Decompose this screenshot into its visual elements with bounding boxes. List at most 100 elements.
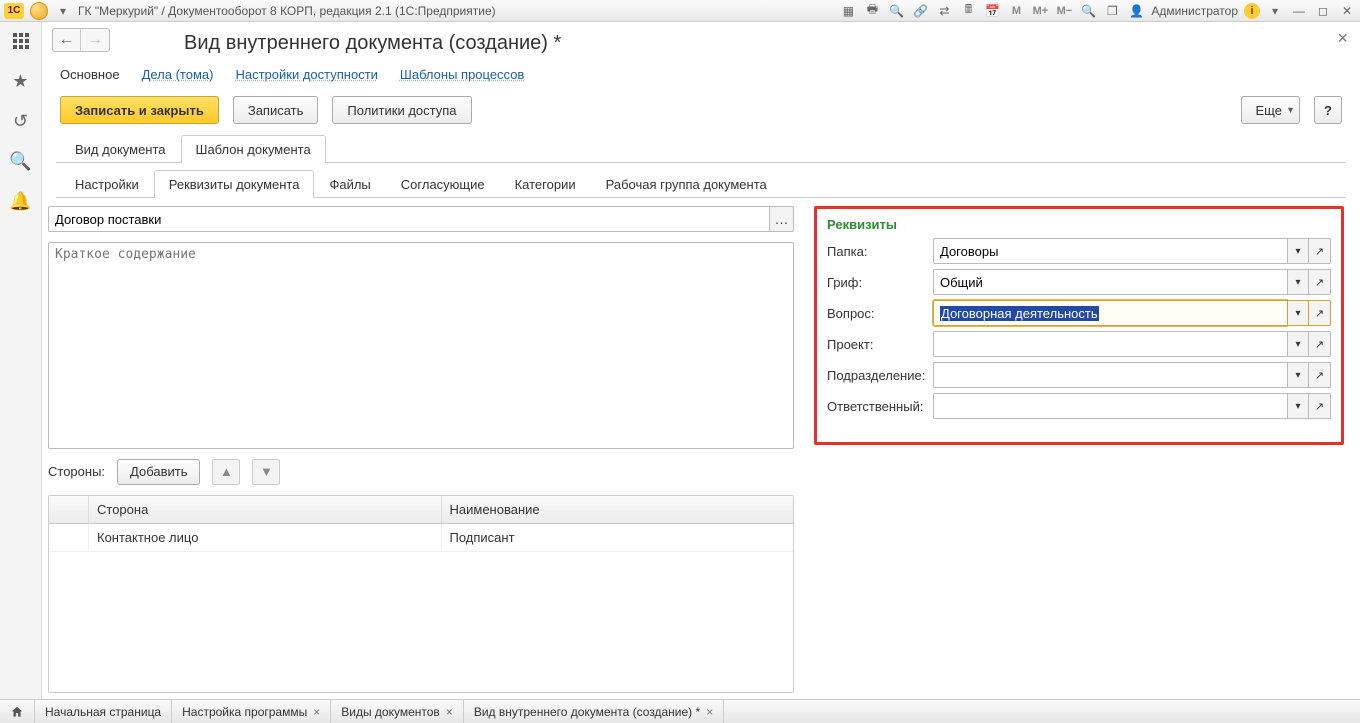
grid-header: Сторона Наименование: [49, 496, 793, 524]
requisite-input[interactable]: [933, 269, 1287, 295]
open-icon[interactable]: ↗: [1309, 269, 1331, 295]
open-icon[interactable]: ↗: [1309, 331, 1331, 357]
search-icon[interactable]: 🔍: [887, 3, 905, 19]
grid-col-marker[interactable]: [49, 496, 89, 523]
requisite-input[interactable]: [933, 331, 1287, 357]
name-open-icon[interactable]: …: [770, 206, 794, 232]
save-close-button[interactable]: Записать и закрыть: [60, 96, 219, 124]
nav-arrows: ← →: [52, 28, 110, 52]
requisite-input[interactable]: [933, 238, 1287, 264]
close-window-icon[interactable]: ✕: [1338, 3, 1356, 19]
requisite-input[interactable]: Договорная деятельность: [933, 300, 1287, 326]
policies-button[interactable]: Политики доступа: [332, 96, 471, 124]
requisite-input[interactable]: [933, 362, 1287, 388]
move-down-icon[interactable]: ▼: [252, 459, 280, 485]
tab-doc-template[interactable]: Шаблон документа: [181, 135, 326, 163]
nav-forward-icon[interactable]: →: [81, 29, 109, 51]
grid-icon[interactable]: ▦: [839, 3, 857, 19]
move-up-icon[interactable]: ▲: [212, 459, 240, 485]
window-icon[interactable]: ❐: [1103, 3, 1121, 19]
history-icon[interactable]: ↺: [10, 110, 32, 132]
requisite-row: Гриф: ▾↗: [827, 269, 1331, 295]
menu-orb-icon[interactable]: [30, 2, 48, 20]
dropdown-icon[interactable]: ▾: [1287, 269, 1309, 295]
dropdown-icon[interactable]: ▾: [1287, 393, 1309, 419]
close-icon[interactable]: ×: [313, 705, 320, 719]
taskbar-tab[interactable]: Виды документов ×: [331, 700, 464, 723]
cell-name: Подписант: [442, 524, 794, 551]
star-icon[interactable]: ★: [10, 70, 32, 92]
dropdown-icon[interactable]: ▾: [1287, 238, 1309, 264]
taskbar-tab[interactable]: Настройка программы ×: [172, 700, 331, 723]
calendar-icon[interactable]: 📅: [983, 3, 1001, 19]
grid-col-side[interactable]: Сторона: [89, 496, 442, 523]
dropdown-icon[interactable]: ▾: [1287, 331, 1309, 357]
open-icon[interactable]: ↗: [1309, 300, 1331, 326]
m-icon[interactable]: M: [1007, 3, 1025, 19]
requisite-row: Вопрос: Договорная деятельность ▾↗: [827, 300, 1331, 326]
grid-col-name[interactable]: Наименование: [442, 496, 794, 523]
subtab-approvers[interactable]: Согласующие: [386, 170, 500, 198]
compare-icon[interactable]: ⇄: [935, 3, 953, 19]
name-input[interactable]: [48, 206, 770, 232]
subtab-settings[interactable]: Настройки: [60, 170, 154, 198]
dropdown-icon[interactable]: ▾: [1287, 300, 1309, 326]
requisite-label: Вопрос:: [827, 306, 927, 321]
zoom-icon[interactable]: 🔍: [1079, 3, 1097, 19]
maximize-icon[interactable]: ◻: [1314, 3, 1332, 19]
nav-back-icon[interactable]: ←: [53, 29, 81, 51]
subtab-requisites[interactable]: Реквизиты документа: [154, 170, 315, 198]
print-icon[interactable]: 🖶: [863, 3, 881, 19]
add-side-button[interactable]: Добавить: [117, 459, 200, 485]
user-name[interactable]: Администратор: [1151, 4, 1238, 18]
m-plus-icon[interactable]: M+: [1031, 3, 1049, 19]
dropdown-icon[interactable]: ▾: [1287, 362, 1309, 388]
save-button[interactable]: Записать: [233, 96, 319, 124]
cell-marker: [49, 524, 89, 551]
link-icon[interactable]: 🔗: [911, 3, 929, 19]
subtab-files[interactable]: Файлы: [314, 170, 385, 198]
close-icon[interactable]: ×: [706, 705, 713, 719]
home-icon[interactable]: [6, 700, 28, 723]
name-row: …: [48, 206, 794, 232]
calc-icon[interactable]: 🖩: [959, 3, 977, 19]
minimize-icon[interactable]: —: [1290, 3, 1308, 19]
window-title-text: ГК "Меркурий" / Документооборот 8 КОРП, …: [78, 4, 496, 18]
taskbar-tab[interactable]: Вид внутреннего документа (создание) * ×: [464, 700, 724, 723]
summary-input[interactable]: [48, 242, 794, 449]
nav-link-templates[interactable]: Шаблоны процессов: [400, 67, 524, 82]
nav-link-access[interactable]: Настройки доступности: [235, 67, 377, 82]
requisite-label: Гриф:: [827, 275, 927, 290]
open-icon[interactable]: ↗: [1309, 393, 1331, 419]
close-page-icon[interactable]: ×: [1337, 28, 1348, 49]
requisite-row: Ответственный:▾↗: [827, 393, 1331, 419]
table-row[interactable]: Контактное лицо Подписант: [49, 524, 793, 552]
requisite-input[interactable]: [933, 393, 1287, 419]
nav-link-cases[interactable]: Дела (тома): [142, 67, 214, 82]
m-minus-icon[interactable]: M−: [1055, 3, 1073, 19]
window-title-bar: 1C ▾ ГК "Меркурий" / Документооборот 8 К…: [0, 0, 1360, 22]
dropdown-caret-icon[interactable]: ▾: [54, 3, 72, 19]
nav-link-main[interactable]: Основное: [60, 67, 120, 82]
taskbar-tab-label: Вид внутреннего документа (создание) *: [474, 705, 700, 719]
taskbar-tab-label: Настройка программы: [182, 705, 307, 719]
open-icon[interactable]: ↗: [1309, 238, 1331, 264]
help-button[interactable]: ?: [1314, 96, 1342, 124]
main-area: ← → × Вид внутреннего документа (создани…: [42, 22, 1360, 699]
close-icon[interactable]: ×: [446, 705, 453, 719]
selected-text: Договорная деятельность: [940, 306, 1099, 321]
bell-icon[interactable]: 🔔: [10, 190, 32, 212]
info-icon[interactable]: i: [1244, 3, 1260, 19]
requisite-row: Папка:▾↗: [827, 238, 1331, 264]
subtab-categories[interactable]: Категории: [500, 170, 591, 198]
requisite-input-wrap: ▾↗: [933, 269, 1331, 295]
search-rail-icon[interactable]: 🔍: [10, 150, 32, 172]
apps-icon[interactable]: [10, 30, 32, 52]
open-icon[interactable]: ↗: [1309, 362, 1331, 388]
subtab-workgroup[interactable]: Рабочая группа документа: [591, 170, 782, 198]
requisites-panel: Реквизиты Папка:▾↗Гриф:▾↗Вопрос:Договорн…: [814, 206, 1344, 445]
info-caret-icon[interactable]: ▾: [1266, 3, 1284, 19]
tab-doc-type[interactable]: Вид документа: [60, 135, 181, 163]
taskbar-home-tab[interactable]: Начальная страница: [34, 700, 172, 723]
more-button[interactable]: Еще: [1241, 96, 1300, 124]
